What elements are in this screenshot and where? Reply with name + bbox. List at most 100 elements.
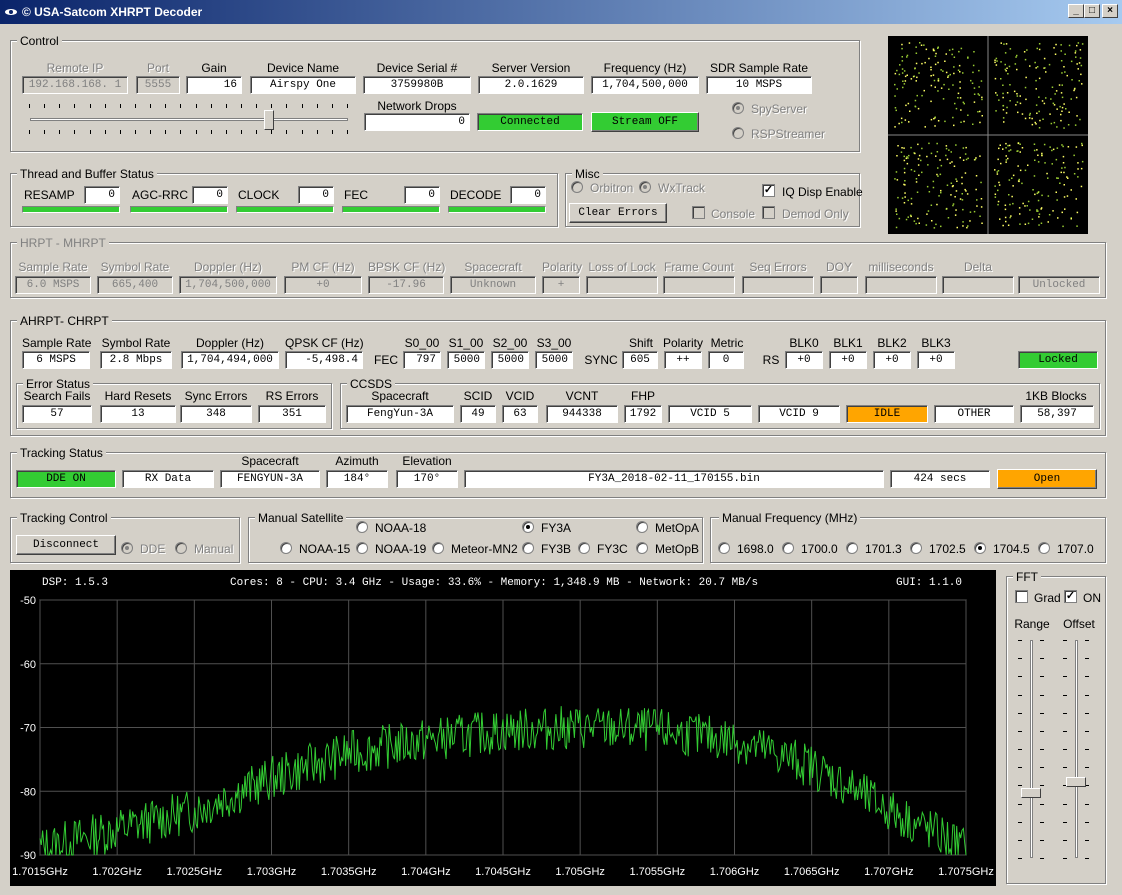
iq-sample-point — [1061, 84, 1063, 86]
offset-slider-track[interactable] — [1075, 640, 1078, 858]
frequency-label-1701-3: 1701.3 — [865, 542, 902, 556]
console-checkbox[interactable] — [692, 206, 705, 219]
offset-slider-tick — [1063, 749, 1067, 750]
iq-sample-point — [927, 210, 930, 212]
iq-sample-point — [934, 63, 937, 66]
iq-sample-point — [902, 80, 904, 82]
disconnect-button[interactable]: Disconnect — [16, 535, 116, 555]
satellite-radio-fy3b[interactable] — [522, 542, 534, 554]
iq-sample-point — [921, 94, 923, 97]
iq-sample-point — [897, 145, 899, 147]
range-slider-thumb[interactable] — [1021, 788, 1041, 798]
iq-sample-point — [1017, 165, 1019, 167]
slider-tick — [165, 104, 166, 108]
iq-sample-point — [997, 158, 999, 161]
range-label: Range — [1014, 617, 1050, 631]
clock-buffer-bar — [236, 206, 334, 213]
iq-sample-point — [962, 225, 964, 227]
iq-sample-point — [1033, 143, 1036, 145]
slider-tick — [256, 130, 257, 134]
ccsds-spacecraft: FengYun-3A — [346, 405, 454, 423]
maximize-button[interactable]: □ — [1084, 4, 1100, 18]
open-button[interactable]: Open — [997, 469, 1097, 489]
close-button[interactable]: × — [1102, 4, 1118, 18]
range-slider-tick — [1018, 695, 1022, 696]
iq-sample-point — [1019, 102, 1022, 105]
iq-sample-point — [1064, 208, 1066, 210]
frequency-hz-value[interactable]: 1,704,500,000 — [591, 76, 699, 94]
iq-sample-point — [1056, 177, 1058, 179]
offset-slider-tick — [1063, 840, 1067, 841]
iq-sample-point — [936, 173, 938, 176]
iq-sample-point — [948, 88, 950, 90]
sdr-sample-rate-value[interactable]: 10 MSPS — [706, 76, 812, 94]
iq-sample-point — [1019, 95, 1021, 97]
offset-slider-thumb[interactable] — [1066, 777, 1086, 787]
hrpt-loss-of-lock-value — [586, 276, 658, 294]
orbitron-radio[interactable] — [571, 181, 583, 193]
iq-sample-point — [940, 69, 942, 71]
manual-label: Manual — [194, 542, 234, 556]
satellite-radio-noaa-15[interactable] — [280, 542, 292, 554]
stream-off-button[interactable]: Stream OFF — [591, 112, 699, 132]
frequency-radio-1702-5[interactable] — [910, 542, 922, 554]
ahrpt-symbol-rate: 2.8 Mbps — [100, 351, 172, 369]
satellite-radio-metopa[interactable] — [636, 521, 648, 533]
iq-sample-point — [1055, 191, 1057, 193]
device-serial-value[interactable]: 3759980B — [363, 76, 471, 94]
iq-sample-point — [1024, 58, 1027, 61]
iq-sample-point — [997, 203, 999, 206]
range-slider-tick — [1018, 658, 1022, 659]
hrpt-spacecraft-value: Unknown — [450, 276, 536, 294]
gain-slider-thumb[interactable] — [264, 110, 274, 130]
fft-on-checkbox[interactable]: ✓ — [1064, 590, 1077, 603]
slider-tick — [226, 130, 227, 134]
ahrpt-qpsk-label: QPSK CF (Hz) — [285, 336, 364, 350]
rspstreamer-radio[interactable] — [732, 127, 744, 139]
frequency-radio-1700-0[interactable] — [782, 542, 794, 554]
minimize-button[interactable]: _ — [1068, 4, 1084, 18]
iq-sample-point — [1034, 193, 1036, 196]
frequency-radio-1704-5[interactable] — [974, 542, 986, 554]
range-slider-track[interactable] — [1030, 640, 1033, 858]
clear-errors-button[interactable]: Clear Errors — [569, 203, 667, 223]
iq-sample-point — [937, 90, 939, 92]
demod-only-checkbox[interactable] — [762, 206, 775, 219]
iq-sample-point — [1081, 83, 1083, 85]
gain-value[interactable]: 16 — [186, 76, 242, 94]
satellite-radio-fy3c[interactable] — [578, 542, 590, 554]
frequency-radio-1701-3[interactable] — [846, 542, 858, 554]
offset-slider-tick — [1063, 676, 1067, 677]
satellite-radio-noaa-18[interactable] — [356, 521, 368, 533]
satellite-radio-fy3a[interactable] — [522, 521, 534, 533]
satellite-radio-meteor-mn2[interactable] — [432, 542, 444, 554]
metric-value: 0 — [708, 351, 744, 369]
remote-ip-label: Remote IP — [46, 61, 104, 75]
satellite-radio-metopb[interactable] — [636, 542, 648, 554]
iq-sample-point — [1062, 145, 1064, 148]
dde-radio[interactable] — [121, 542, 133, 554]
iq-sample-point — [915, 62, 918, 65]
gain-slider[interactable] — [29, 100, 348, 140]
x-tick-label: 1.7045GHz — [475, 866, 531, 878]
wxtrack-radio[interactable] — [639, 181, 651, 193]
scid-label: SCID — [463, 389, 493, 403]
spyserver-radio[interactable] — [732, 102, 744, 114]
manual-radio[interactable] — [175, 542, 187, 554]
slider-tick — [135, 130, 136, 134]
server-version-value[interactable]: 2.0.1629 — [478, 76, 584, 94]
iq-disp-checkbox[interactable]: ✓ — [762, 184, 775, 197]
range-slider-tick — [1018, 858, 1022, 859]
frequency-radio-1698-0[interactable] — [718, 542, 730, 554]
satellite-radio-noaa-19[interactable] — [356, 542, 368, 554]
frequency-radio-1707-0[interactable] — [1038, 542, 1050, 554]
iq-sample-point — [928, 191, 931, 193]
iq-sample-point — [1036, 192, 1038, 195]
iq-sample-point — [952, 116, 954, 119]
device-name-value[interactable]: Airspy One — [250, 76, 356, 94]
offset-slider-tick — [1085, 858, 1089, 859]
frequency-hz-label: Frequency (Hz) — [603, 61, 687, 75]
iq-sample-point — [939, 173, 942, 176]
grad-checkbox[interactable] — [1015, 590, 1028, 603]
iq-sample-point — [1024, 117, 1027, 120]
